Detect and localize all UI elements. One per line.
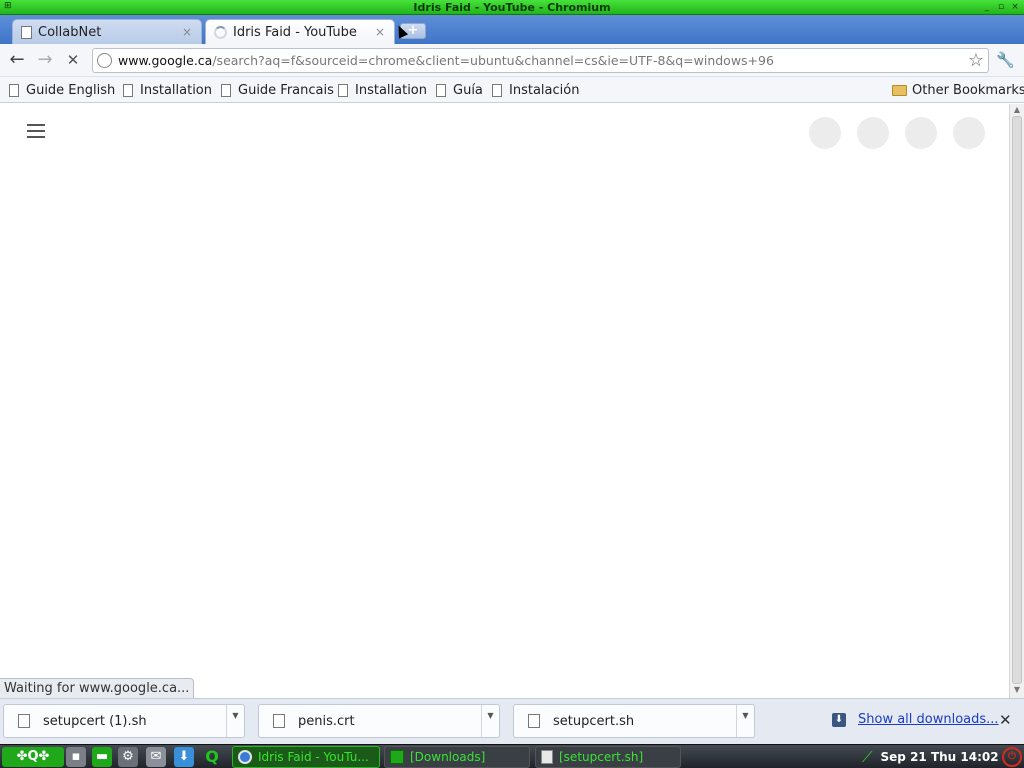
task-setupcert[interactable]: [setupcert.sh]: [535, 746, 681, 768]
settings-icon[interactable]: ⚙: [118, 747, 138, 767]
page-icon: [123, 83, 133, 97]
hamburger-menu-icon[interactable]: [27, 124, 45, 142]
folder-icon: [390, 750, 404, 764]
bookmark-guide-english[interactable]: Guide English: [9, 81, 115, 99]
file-icon: [273, 714, 285, 728]
download-item[interactable]: setupcert (1).sh ▼: [3, 704, 245, 738]
bookmark-label: Installation: [140, 82, 213, 98]
show-desktop-icon[interactable]: ▪: [66, 747, 86, 767]
placeholder-circle: [905, 117, 937, 149]
bookmark-label: Guide Francais: [238, 82, 334, 98]
bookmark-label: Installation: [355, 82, 428, 98]
bookmark-label: Instalación: [509, 82, 580, 98]
mail-icon[interactable]: ✉: [146, 747, 166, 767]
url-path: /search?aq=f&sourceid=chrome&client=ubun…: [212, 53, 774, 68]
bookmark-guide-francais[interactable]: Guide Francais: [221, 81, 334, 99]
bookmark-installation-2[interactable]: Installation: [338, 81, 427, 99]
text-editor-icon: [541, 750, 553, 764]
stop-button[interactable]: ✕: [62, 50, 84, 72]
wrench-icon[interactable]: 🔧: [996, 51, 1015, 69]
placeholder-circle: [857, 117, 889, 149]
bookmark-installation[interactable]: Installation: [123, 81, 212, 99]
toolbar: ← → ✕ www.google.ca /search?aq=f&sourcei…: [0, 44, 1024, 77]
folder-icon: [892, 84, 907, 96]
tab-title: CollabNet: [38, 24, 102, 40]
app-menu-icon[interactable]: ✤Q✤: [2, 747, 64, 767]
bookmarks-bar: Guide English Installation Guide Francai…: [0, 77, 1024, 103]
scroll-up-icon[interactable]: ▲: [1012, 105, 1022, 114]
window-titlebar[interactable]: ⊞ Idris Faid - YouTube - Chromium _ ▫ ×: [0, 0, 1024, 15]
loading-spinner-icon: [214, 25, 227, 39]
tab-youtube[interactable]: Idris Faid - YouTube ×: [205, 19, 395, 44]
power-icon[interactable]: ⏻: [1002, 747, 1022, 767]
tab-close-icon[interactable]: ×: [374, 25, 386, 39]
chevron-down-icon[interactable]: ▼: [481, 705, 499, 737]
bookmark-guia[interactable]: Guía: [436, 81, 483, 99]
task-label: [Downloads]: [410, 750, 486, 764]
task-label: [setupcert.sh]: [559, 750, 644, 764]
download-name: penis.crt: [298, 713, 355, 729]
scroll-down-icon[interactable]: ▼: [1012, 685, 1022, 694]
download-item[interactable]: penis.crt ▼: [258, 704, 500, 738]
page-content: [0, 104, 1009, 698]
chevron-down-icon[interactable]: ▼: [226, 705, 244, 737]
tab-close-icon[interactable]: ×: [181, 25, 193, 39]
address-bar[interactable]: www.google.ca /search?aq=f&sourceid=chro…: [92, 48, 989, 73]
globe-icon: [97, 53, 112, 68]
file-icon: [18, 714, 30, 728]
bookmark-label: Guía: [453, 82, 483, 98]
page-icon: [9, 83, 19, 97]
other-bookmarks-label: Other Bookmarks: [912, 82, 1024, 98]
vertical-scrollbar[interactable]: ▲ ▼: [1009, 104, 1024, 698]
maximize-icon[interactable]: ▫: [996, 1, 1006, 13]
bookmark-star-icon[interactable]: ☆: [968, 50, 984, 71]
url-host: www.google.ca: [118, 53, 213, 68]
page-icon: [436, 83, 446, 97]
chevron-down-icon[interactable]: ▼: [736, 705, 754, 737]
download-name: setupcert.sh: [553, 713, 635, 729]
network-icon[interactable]: ⟋: [862, 748, 873, 766]
download-icon[interactable]: ⬇: [174, 747, 194, 767]
task-downloads[interactable]: [Downloads]: [384, 746, 530, 768]
task-chromium[interactable]: Idris Faid - YouTu...: [232, 746, 380, 768]
page-icon: [221, 83, 231, 97]
clock: Sep 21 Thu 14:02: [880, 750, 999, 764]
minimize-icon[interactable]: _: [982, 1, 992, 13]
window-title: Idris Faid - YouTube - Chromium: [413, 1, 611, 14]
placeholder-circle: [809, 117, 841, 149]
file-manager-icon[interactable]: ▬: [92, 747, 112, 767]
status-bubble: Waiting for www.google.ca...: [0, 678, 195, 698]
page-icon: [492, 83, 502, 97]
taskbar: ✤Q✤ ▪ ▬ ⚙ ✉ ⬇ Q Idris Faid - YouTu... [D…: [0, 744, 1024, 768]
back-button[interactable]: ←: [6, 50, 28, 72]
placeholder-circle: [953, 117, 985, 149]
forward-button[interactable]: →: [34, 50, 56, 72]
bookmark-label: Guide English: [26, 82, 116, 98]
chromium-icon: [238, 750, 252, 764]
file-icon: [528, 714, 540, 728]
tab-strip: CollabNet × Idris Faid - YouTube × +: [0, 15, 1024, 44]
close-icon[interactable]: ✕: [999, 711, 1012, 729]
clock-area[interactable]: ⟋ Sep 21 Thu 14:02: [862, 746, 999, 768]
task-label: Idris Faid - YouTu...: [258, 750, 369, 764]
download-name: setupcert (1).sh: [43, 713, 147, 729]
show-all-downloads-link[interactable]: Show all downloads...: [858, 712, 999, 727]
close-window-icon[interactable]: ×: [1010, 1, 1020, 13]
page-icon: [21, 25, 32, 39]
bookmark-instalacion[interactable]: Instalación: [492, 81, 579, 99]
scroll-thumb[interactable]: [1012, 116, 1022, 684]
download-item[interactable]: setupcert.sh ▼: [513, 704, 755, 738]
other-bookmarks[interactable]: Other Bookmarks: [892, 81, 1024, 99]
page-icon: [338, 83, 348, 97]
tab-collabnet[interactable]: CollabNet ×: [12, 19, 202, 44]
tab-title: Idris Faid - YouTube: [233, 24, 357, 40]
download-shelf: setupcert (1).sh ▼ penis.crt ▼ setupcert…: [0, 698, 1024, 744]
download-arrow-icon: ⬇: [832, 713, 846, 727]
quick-launcher-icon[interactable]: Q: [202, 747, 222, 767]
